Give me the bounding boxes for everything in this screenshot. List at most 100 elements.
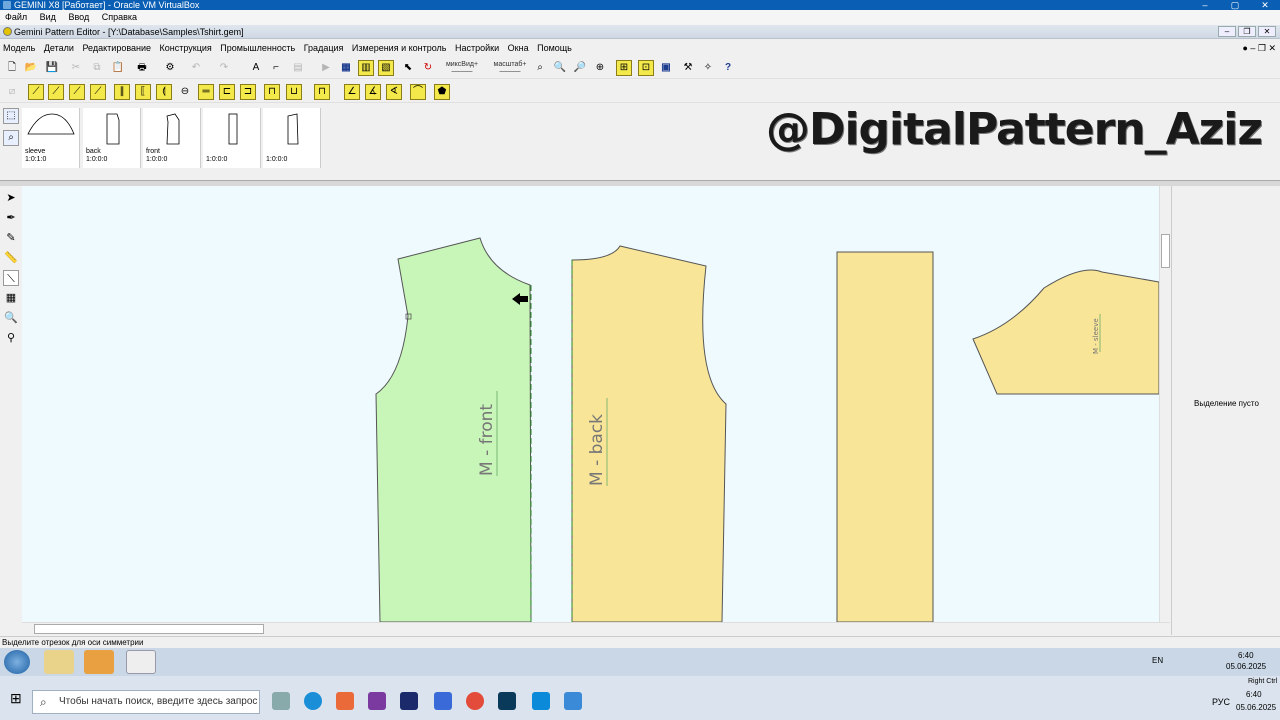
app-icon-9[interactable] [532,692,550,710]
host-time[interactable]: 6:40 [1246,690,1262,699]
measure-tool-icon[interactable]: ▤ [290,60,306,76]
pencil-icon[interactable]: ✎ [3,230,19,246]
fit-icon[interactable]: ⊞ [616,60,632,76]
notch-tool-icon[interactable]: ⌐ [268,60,284,76]
vm-date[interactable]: 05.06.2025 [1226,662,1266,671]
node-tool-icon[interactable]: ⚲ [3,330,19,346]
plotter-icon[interactable]: ⚙ [162,60,178,76]
seam-options-icon[interactable]: ⊔ [286,84,302,100]
vbox-menu-input[interactable]: Ввод [63,12,94,22]
arrow-select-icon[interactable]: ➤ [3,190,19,206]
host-date[interactable]: 05.06.2025 [1236,703,1276,712]
app-minimize-button[interactable]: – [1218,26,1236,37]
menu-industry[interactable]: Промышленность [217,43,298,53]
vm-gemini-icon[interactable] [126,650,156,674]
zoom-in-icon[interactable]: 🔎 [572,60,588,76]
grade-tool-icon[interactable]: ⧄ [4,84,20,100]
cut-icon[interactable]: ✂ [68,60,84,76]
vbox-menu-view[interactable]: Вид [35,12,61,22]
save-icon[interactable]: 💾 [44,60,60,76]
vm-media-icon[interactable] [84,650,114,674]
open-file-icon[interactable]: 📂 [23,60,39,76]
host-lang[interactable]: РУС [1212,697,1230,707]
edge-icon[interactable] [304,692,322,710]
vm-explorer-icon[interactable] [44,650,74,674]
pattern-drawing[interactable]: M - front M - back M - sleeve [22,186,1159,622]
close-button[interactable]: ✕ [1250,0,1280,10]
vertical-scrollbar[interactable] [1159,186,1170,622]
pen-tool-icon[interactable]: ✒ [3,210,19,226]
fold-icon[interactable]: ⊐ [240,84,256,100]
vm-lang[interactable]: EN [1152,656,1163,665]
piece-thumb-5[interactable]: 1:0:0:0 [263,108,321,168]
mirror-icon[interactable]: ⟬ [156,84,172,100]
app-icon-10[interactable] [564,692,582,710]
parallel-icon[interactable]: ∥ [114,84,130,100]
line-tool-1-icon[interactable]: ⟋ [28,84,44,100]
mix-view-control[interactable]: миксВид+ ——— [440,61,484,75]
ruler-icon[interactable]: 📏 [3,250,19,266]
windows-start-icon[interactable]: ⊞ [10,690,22,707]
piece-thumb-sleeve[interactable]: sleeve 1:0:1:0 [22,108,80,168]
select-piece-icon[interactable]: ⬚ [3,108,19,124]
app-icon-4[interactable] [368,692,386,710]
cut-piece-icon[interactable]: ⊖ [177,84,193,100]
zoom-all-icon[interactable]: ⊕ [592,60,608,76]
app-icon-3[interactable] [336,692,354,710]
front-piece[interactable] [375,237,532,622]
paste-icon[interactable]: 📋 [110,60,126,76]
copy-icon[interactable]: ⧉ [89,60,105,76]
vscroll-thumb[interactable] [1161,234,1170,268]
piece-props-icon[interactable]: ⊡ [638,60,654,76]
vbox-menu-help[interactable]: Справка [97,12,142,22]
menu-pieces[interactable]: Детали [41,43,77,53]
nest-icon[interactable]: ▧ [378,60,394,76]
context-help-icon[interactable]: ? [720,60,736,76]
line-tool-2-icon[interactable]: ⟋ [48,84,64,100]
line-tool-4-icon[interactable]: ⟋ [90,84,106,100]
scale-control[interactable]: масштаб+ ——— [488,61,532,75]
vbox-menu-file[interactable]: Файл [0,12,32,22]
menu-measurements[interactable]: Измерения и контроль [349,43,450,53]
layout-icon[interactable]: ▥ [358,60,374,76]
piece-tool-icon[interactable]: ⬟ [434,84,450,100]
vm-time[interactable]: 6:40 [1238,651,1254,660]
menu-help[interactable]: Помощь [534,43,575,53]
piece-thumb-4[interactable]: 1:0:0:0 [203,108,261,168]
menu-edit[interactable]: Редактирование [79,43,154,53]
angle-tool-2-icon[interactable]: ∡ [365,84,381,100]
new-file-icon[interactable]: 🗋 [4,60,20,76]
host-search-box[interactable]: ⌕ Чтобы начать поиск, введите здесь запр… [32,690,260,714]
rect-piece[interactable] [836,251,934,622]
segment-tool-icon[interactable]: ⟍ [3,270,19,286]
menu-construction[interactable]: Конструкция [157,43,215,53]
line-tool-3-icon[interactable]: ⟋ [69,84,85,100]
split-icon[interactable]: ═ [198,84,214,100]
zoom-window-icon[interactable]: ⌕ [532,60,548,76]
angle-tool-3-icon[interactable]: ∢ [386,84,402,100]
seam-corner-icon[interactable]: ⊓ [314,84,330,100]
sleeve-piece[interactable] [972,269,1159,395]
magic-icon[interactable]: ✧ [700,60,716,76]
refresh-icon[interactable]: ↻ [420,60,436,76]
dart-icon[interactable]: ⊏ [219,84,235,100]
vm-start-button[interactable] [4,650,30,674]
zoom-tool-icon[interactable]: 🔍 [3,310,19,326]
redo-icon[interactable]: ↷ [216,60,232,76]
pattern-canvas[interactable]: M - front M - back M - sleeve [22,186,1159,622]
chrome-icon[interactable] [466,692,484,710]
select-pointer-icon[interactable]: ⬉ [400,60,416,76]
calculator-icon[interactable] [272,692,290,710]
hscroll-thumb[interactable] [34,624,264,634]
seam-icon[interactable]: ⊓ [264,84,280,100]
app-icon-6[interactable] [434,692,452,710]
print-icon[interactable]: 🖶 [134,60,150,76]
grid-tool-icon[interactable]: ▦ [3,290,19,306]
maximize-button[interactable]: ▢ [1220,0,1250,10]
undo-icon[interactable]: ↶ [188,60,204,76]
piece-thumb-back[interactable]: back 1:0:0:0 [83,108,141,168]
mdi-controls[interactable]: ● – ❐ ✕ [1242,40,1276,56]
tools-icon[interactable]: ⚒ [680,60,696,76]
menu-model[interactable]: Модель [0,43,38,53]
curve-tool-icon[interactable]: ⌒ [410,84,426,100]
